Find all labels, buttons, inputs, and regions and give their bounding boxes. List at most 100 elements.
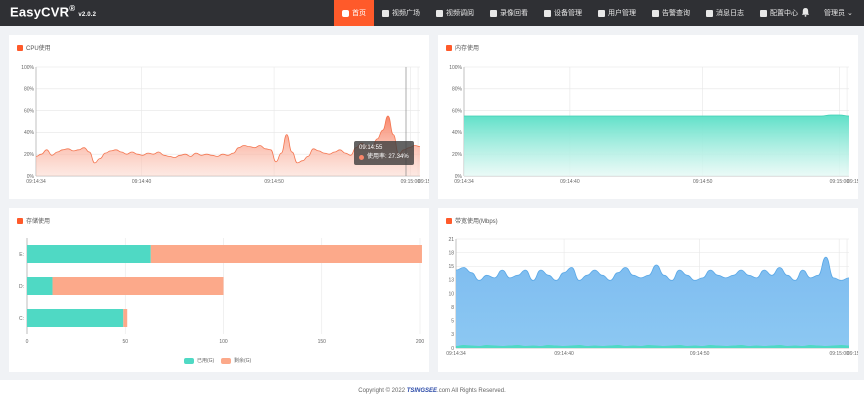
y-tick-label: 5 <box>451 319 454 325</box>
camera-icon <box>490 9 497 17</box>
user-icon <box>598 9 605 17</box>
y-tick-label: 21 <box>448 237 454 243</box>
y-tick-label: 40% <box>452 130 463 136</box>
series-area-0 <box>464 115 849 176</box>
used-swatch <box>184 357 194 364</box>
x-tick-label: 09:14:34 <box>454 179 474 185</box>
y-tick-label: 60% <box>452 108 463 114</box>
legend-remaining[interactable]: 剩余(G) <box>221 357 251 364</box>
x-tick-label: 0 <box>26 339 29 345</box>
app-name: EasyCVR <box>10 4 70 20</box>
y-tick-label: 20% <box>24 152 35 158</box>
nav-item-7[interactable]: 消息日志 <box>698 0 752 26</box>
legend-remaining-label: 剩余(G) <box>234 358 252 364</box>
play-circle-icon <box>382 9 389 17</box>
x-tick-label: 09:14:50 <box>693 179 713 185</box>
series-line-0 <box>464 114 850 117</box>
bar-used <box>27 309 124 327</box>
gear-icon <box>760 9 767 17</box>
nav-item-label: 录像回看 <box>500 10 528 17</box>
tooltip-value: 使用率: 27.34% <box>367 154 409 160</box>
registered-mark: ® <box>69 4 76 13</box>
y-tick-label: 80% <box>452 87 463 93</box>
nav-item-label: 告警查询 <box>662 10 690 17</box>
y-tick-label: 13 <box>448 278 454 284</box>
y-tick-label: 80% <box>24 87 35 93</box>
series-dot-icon <box>359 155 364 160</box>
y-tick-label: 10 <box>448 291 454 297</box>
nav-item-4[interactable]: 设备管理 <box>536 0 590 26</box>
company-logo[interactable]: TSINGSEE <box>407 388 437 394</box>
nav-item-label: 视频广场 <box>392 10 420 17</box>
legend-used[interactable]: 已用(G) <box>184 357 214 364</box>
x-tick-label: 150 <box>318 339 327 345</box>
tooltip-time: 09:14:55 <box>359 145 383 151</box>
bar-remaining <box>150 245 422 263</box>
x-tick-label: 200 <box>416 339 425 345</box>
nav-item-label: 视频调阅 <box>446 10 474 17</box>
nav-item-label: 首页 <box>352 10 366 17</box>
y-tick-label: 15 <box>448 264 454 270</box>
copyright-prefix: Copyright © 2022 <box>358 388 407 394</box>
bell-log-icon <box>706 9 713 17</box>
bar-used <box>27 277 53 295</box>
footer: Copyright © 2022 TSINGSEE.com All Rights… <box>0 380 864 402</box>
memory-panel: 内存使用 0% 20% 40% 60% 80% 100% 09:14:34 09:14:40 0… <box>438 35 858 199</box>
bandwidth-panel: 带宽使用(Mbps) 0 3 5 8 10 13 15 18 21 09:14:34 09:14:4… <box>438 208 858 372</box>
x-tick-label: 09:14:34 <box>446 351 466 357</box>
storage-chart[interactable]: 0 50 100 150 200 E: D: C: <box>9 208 429 372</box>
x-tick-label: 50 <box>122 339 128 345</box>
x-tick-label: 09:14:40 <box>554 351 574 357</box>
cpu-chart[interactable]: 0%20%40%60%80%100%09:14:34 09:14:40 09:14:… <box>9 35 429 199</box>
nav-item-label: 配置中心 <box>770 10 798 17</box>
category-label: C: <box>19 316 24 322</box>
nav-item-label: 用户管理 <box>608 10 636 17</box>
y-tick-label: 40% <box>24 130 35 136</box>
x-tick-label: 09:14:50 <box>264 179 284 185</box>
x-tick-label: 09:14:50 <box>690 351 710 357</box>
alarm-icon <box>652 9 659 17</box>
y-tick-label: 60% <box>24 108 35 114</box>
notification-bell-icon[interactable] <box>801 7 810 17</box>
storage-panel: 存储使用 0 50 100 150 200 E: D: C: 已用(G) 剩余(G) <box>9 208 429 372</box>
x-tick-label: 09:14:34 <box>26 179 46 185</box>
nav-item-5[interactable]: 用户管理 <box>590 0 644 26</box>
bar-used <box>27 245 151 263</box>
video-grid-icon <box>436 9 443 17</box>
nav-item-1[interactable]: 视频广场 <box>374 0 428 26</box>
x-tick-label: 09:15:0 <box>847 351 858 357</box>
app-version: v2.0.2 <box>78 12 97 19</box>
nav-item-label: 设备管理 <box>554 10 582 17</box>
home-icon <box>342 9 349 17</box>
x-tick-label: 09:14:40 <box>560 179 580 185</box>
memory-chart[interactable]: 0%20%40%60%80%100%09:14:34 09:14:40 09:14:… <box>438 35 858 199</box>
remaining-swatch <box>221 357 231 364</box>
nav-item-8[interactable]: 配置中心 <box>752 0 806 26</box>
cpu-tooltip: 09:14:55 使用率: 27.34% <box>354 141 414 165</box>
admin-user-menu[interactable]: 管理员 ⌄ <box>824 8 853 18</box>
nav-item-6[interactable]: 告警查询 <box>644 0 698 26</box>
y-tick-label: 20% <box>452 152 463 158</box>
top-navbar: EasyCVR®v2.0.2 首页 视频广场 视频调阅 录像回看 设备管理 用户管理 告警查… <box>0 0 864 26</box>
app-logo[interactable]: EasyCVR®v2.0.2 <box>10 4 96 19</box>
x-tick-label: 100 <box>219 339 228 345</box>
y-tick-label: 8 <box>451 305 454 311</box>
cpu-panel: CPU使用 0% 20% 40% 60% 80% 100% 09:14:34 09:14:40… <box>9 35 429 199</box>
category-label: D: <box>19 284 24 290</box>
y-tick-label: 100% <box>21 65 34 71</box>
nav-item-label: 消息日志 <box>716 10 744 17</box>
bar-remaining <box>123 309 128 327</box>
x-tick-label: 09:14:40 <box>132 179 152 185</box>
nav-item-2[interactable]: 视频调阅 <box>428 0 482 26</box>
category-label: E: <box>19 252 24 258</box>
device-list-icon <box>544 9 551 17</box>
legend-used-label: 已用(G) <box>197 358 215 364</box>
main-nav: 首页 视频广场 视频调阅 录像回看 设备管理 用户管理 告警查询 消息日志 配置中心 <box>334 0 806 26</box>
nav-item-3[interactable]: 录像回看 <box>482 0 536 26</box>
x-tick-label: 09:15:0 <box>418 179 429 185</box>
x-tick-label: 09:15:0 <box>847 179 858 185</box>
nav-item-0[interactable]: 首页 <box>334 0 374 26</box>
bandwidth-chart[interactable]: 0358101315182109:14:34 09:14:40 09:14:50 09… <box>438 208 858 372</box>
copyright-suffix: .com All Rights Reserved. <box>437 388 506 394</box>
y-tick-label: 100% <box>449 65 462 71</box>
